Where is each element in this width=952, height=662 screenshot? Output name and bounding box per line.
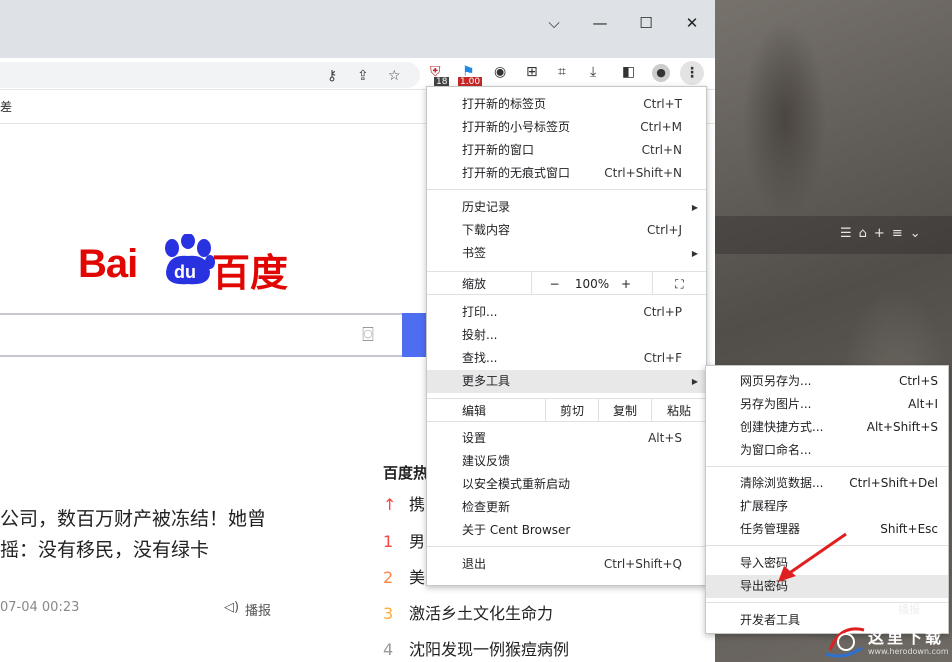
share-icon[interactable]: ⇪ (357, 68, 369, 84)
menu-item-safe-restart[interactable]: 以安全模式重新启动 (427, 473, 706, 496)
hot-list-title: 百度热 (383, 464, 429, 482)
wallpaper-label: 播报 (898, 603, 920, 616)
news-headline[interactable]: 公司，数百万财产被冻结！她曾 (0, 504, 266, 531)
grid-icon[interactable]: ⊞ (526, 64, 538, 80)
news-date: 07-04 00:23 (0, 600, 80, 615)
play-label[interactable]: 播报 (245, 600, 271, 619)
menu-item-new-window[interactable]: 打开新的窗口 Ctrl+N (427, 139, 706, 162)
logo-bai-text: Bai (78, 242, 138, 286)
submenu-item-save-image[interactable]: 另存为图片... Alt+I (706, 393, 948, 416)
menu-item-cast[interactable]: 投射... (427, 324, 706, 347)
zoom-label: 缩放 (462, 277, 487, 291)
crop-icon[interactable]: ⌗ (558, 64, 566, 80)
edit-label: 编辑 (462, 404, 487, 418)
browser-main-menu: 打开新的标签页 Ctrl+T 打开新的小号标签页 Ctrl+M 打开新的窗口 Ctrl… (426, 86, 707, 586)
plus-icon: + (873, 226, 885, 241)
chevron-right-icon: ▶ (691, 249, 698, 258)
menu-item-about[interactable]: 关于 Cent Browser (427, 519, 706, 542)
hot-list-item[interactable]: 1男 (383, 528, 425, 552)
profile-avatar-icon[interactable]: ● (652, 64, 670, 82)
menu-item-check-update[interactable]: 检查更新 (427, 496, 706, 519)
zoom-in-button[interactable]: + (613, 272, 639, 296)
menu-item-settings[interactable]: 设置 Alt+S (427, 427, 706, 450)
camera-icon[interactable]: ⌼ (362, 322, 374, 346)
close-button[interactable]: ✕ (682, 14, 702, 32)
menu-item-bookmarks[interactable]: 书签 ▶ (427, 242, 706, 265)
list-icon: ☰ (840, 226, 852, 241)
menu-item-downloads[interactable]: 下载内容 Ctrl+J (427, 219, 706, 242)
menu-item-history[interactable]: 历史记录 ▶ (427, 196, 706, 219)
lock-icon: ⌂ (858, 226, 867, 241)
hot-list-item[interactable]: 3 激活乡土文化生命力 (383, 600, 553, 624)
sidebar-icon[interactable]: ◧ (622, 64, 635, 80)
menu-item-new-tab[interactable]: 打开新的标签页 Ctrl+T (427, 93, 706, 116)
watermark-text: 这里下载 (868, 628, 945, 647)
watermark-url: www.herodown.com (868, 647, 949, 656)
hot-list-item[interactable]: 4 沈阳发现一例猴痘病例 (383, 636, 569, 660)
cut-button[interactable]: 剪切 (545, 399, 598, 421)
submenu-item-extensions[interactable]: 扩展程序 (706, 495, 948, 518)
paw-icon: du (165, 234, 215, 285)
edit-row: 编辑 剪切 复制 粘贴 (427, 398, 706, 422)
hot-list-item[interactable]: 2美 (383, 564, 425, 588)
menu-divider (427, 546, 706, 547)
menu-item-find[interactable]: 查找... Ctrl+F (427, 347, 706, 370)
download-icon[interactable]: ⤓ (590, 64, 596, 80)
menu-item-new-small-tab[interactable]: 打开新的小号标签页 Ctrl+M (427, 116, 706, 139)
key-icon[interactable]: ⚷ (327, 68, 337, 84)
submenu-item-create-shortcut[interactable]: 创建快捷方式... Alt+Shift+S (706, 416, 948, 439)
fullscreen-icon[interactable]: ⛶ (652, 272, 706, 294)
menu-icon: ≡ (891, 226, 903, 241)
menu-kebab-icon[interactable]: ⋮ (680, 61, 704, 85)
baidu-logo: Bai du 百度 (78, 220, 298, 295)
logo-chinese-text: 百度 (212, 251, 289, 295)
menu-item-print[interactable]: 打印... Ctrl+P (427, 301, 706, 324)
paste-button[interactable]: 粘贴 (651, 399, 706, 421)
annotation-arrow-icon (778, 532, 847, 582)
chevron-right-icon: ▶ (691, 203, 698, 212)
submenu-item-clear-data[interactable]: 清除浏览数据... Ctrl+Shift+Del (706, 472, 948, 495)
menu-item-more-tools[interactable]: 更多工具 ▶ (427, 370, 706, 393)
menu-item-incognito[interactable]: 打开新的无痕式窗口 Ctrl+Shift+N (427, 162, 706, 185)
menu-item-feedback[interactable]: 建议反馈 (427, 450, 706, 473)
bookmark-item[interactable]: 差 (0, 98, 12, 115)
tab-search-button[interactable]: ⌵ (544, 14, 564, 32)
gamepad-icon[interactable]: ◉ (494, 64, 506, 80)
more-tools-submenu: 网页另存为... Ctrl+S 另存为图片... Alt+I 创建快捷方式... Al… (705, 365, 949, 634)
news-headline[interactable]: 摇：没有移民，没有绿卡 (0, 535, 209, 562)
copy-button[interactable]: 复制 (598, 399, 651, 421)
search-input[interactable] (0, 313, 405, 357)
menu-item-exit[interactable]: 退出 Ctrl+Shift+Q (427, 553, 706, 576)
chevron-down-icon: ⌄ (909, 226, 921, 241)
zoom-row: 缩放 − 100% + ⛶ (427, 271, 706, 295)
background-toolbar-icons: ☰ ⌂ + ≡ ⌄ (840, 226, 921, 241)
hot-list-item[interactable]: ↑ 携 (383, 491, 425, 515)
star-icon[interactable]: ☆ (388, 68, 401, 84)
zoom-value: 100% (574, 277, 610, 291)
submenu-divider (706, 466, 948, 467)
logo-du-text: du (174, 262, 196, 282)
chevron-right-icon: ▶ (691, 377, 698, 386)
menu-divider (427, 189, 706, 190)
address-bar[interactable]: ⚷ ⇪ ☆ (0, 62, 420, 88)
minimize-button[interactable]: — (590, 14, 610, 32)
submenu-item-save-page[interactable]: 网页另存为... Ctrl+S (706, 370, 948, 393)
title-bar: ⌵ — ☐ ✕ (0, 0, 715, 58)
maximize-button[interactable]: ☐ (636, 14, 656, 32)
submenu-item-name-window[interactable]: 为窗口命名... (706, 439, 948, 462)
speaker-icon[interactable]: ◁) (224, 600, 239, 615)
